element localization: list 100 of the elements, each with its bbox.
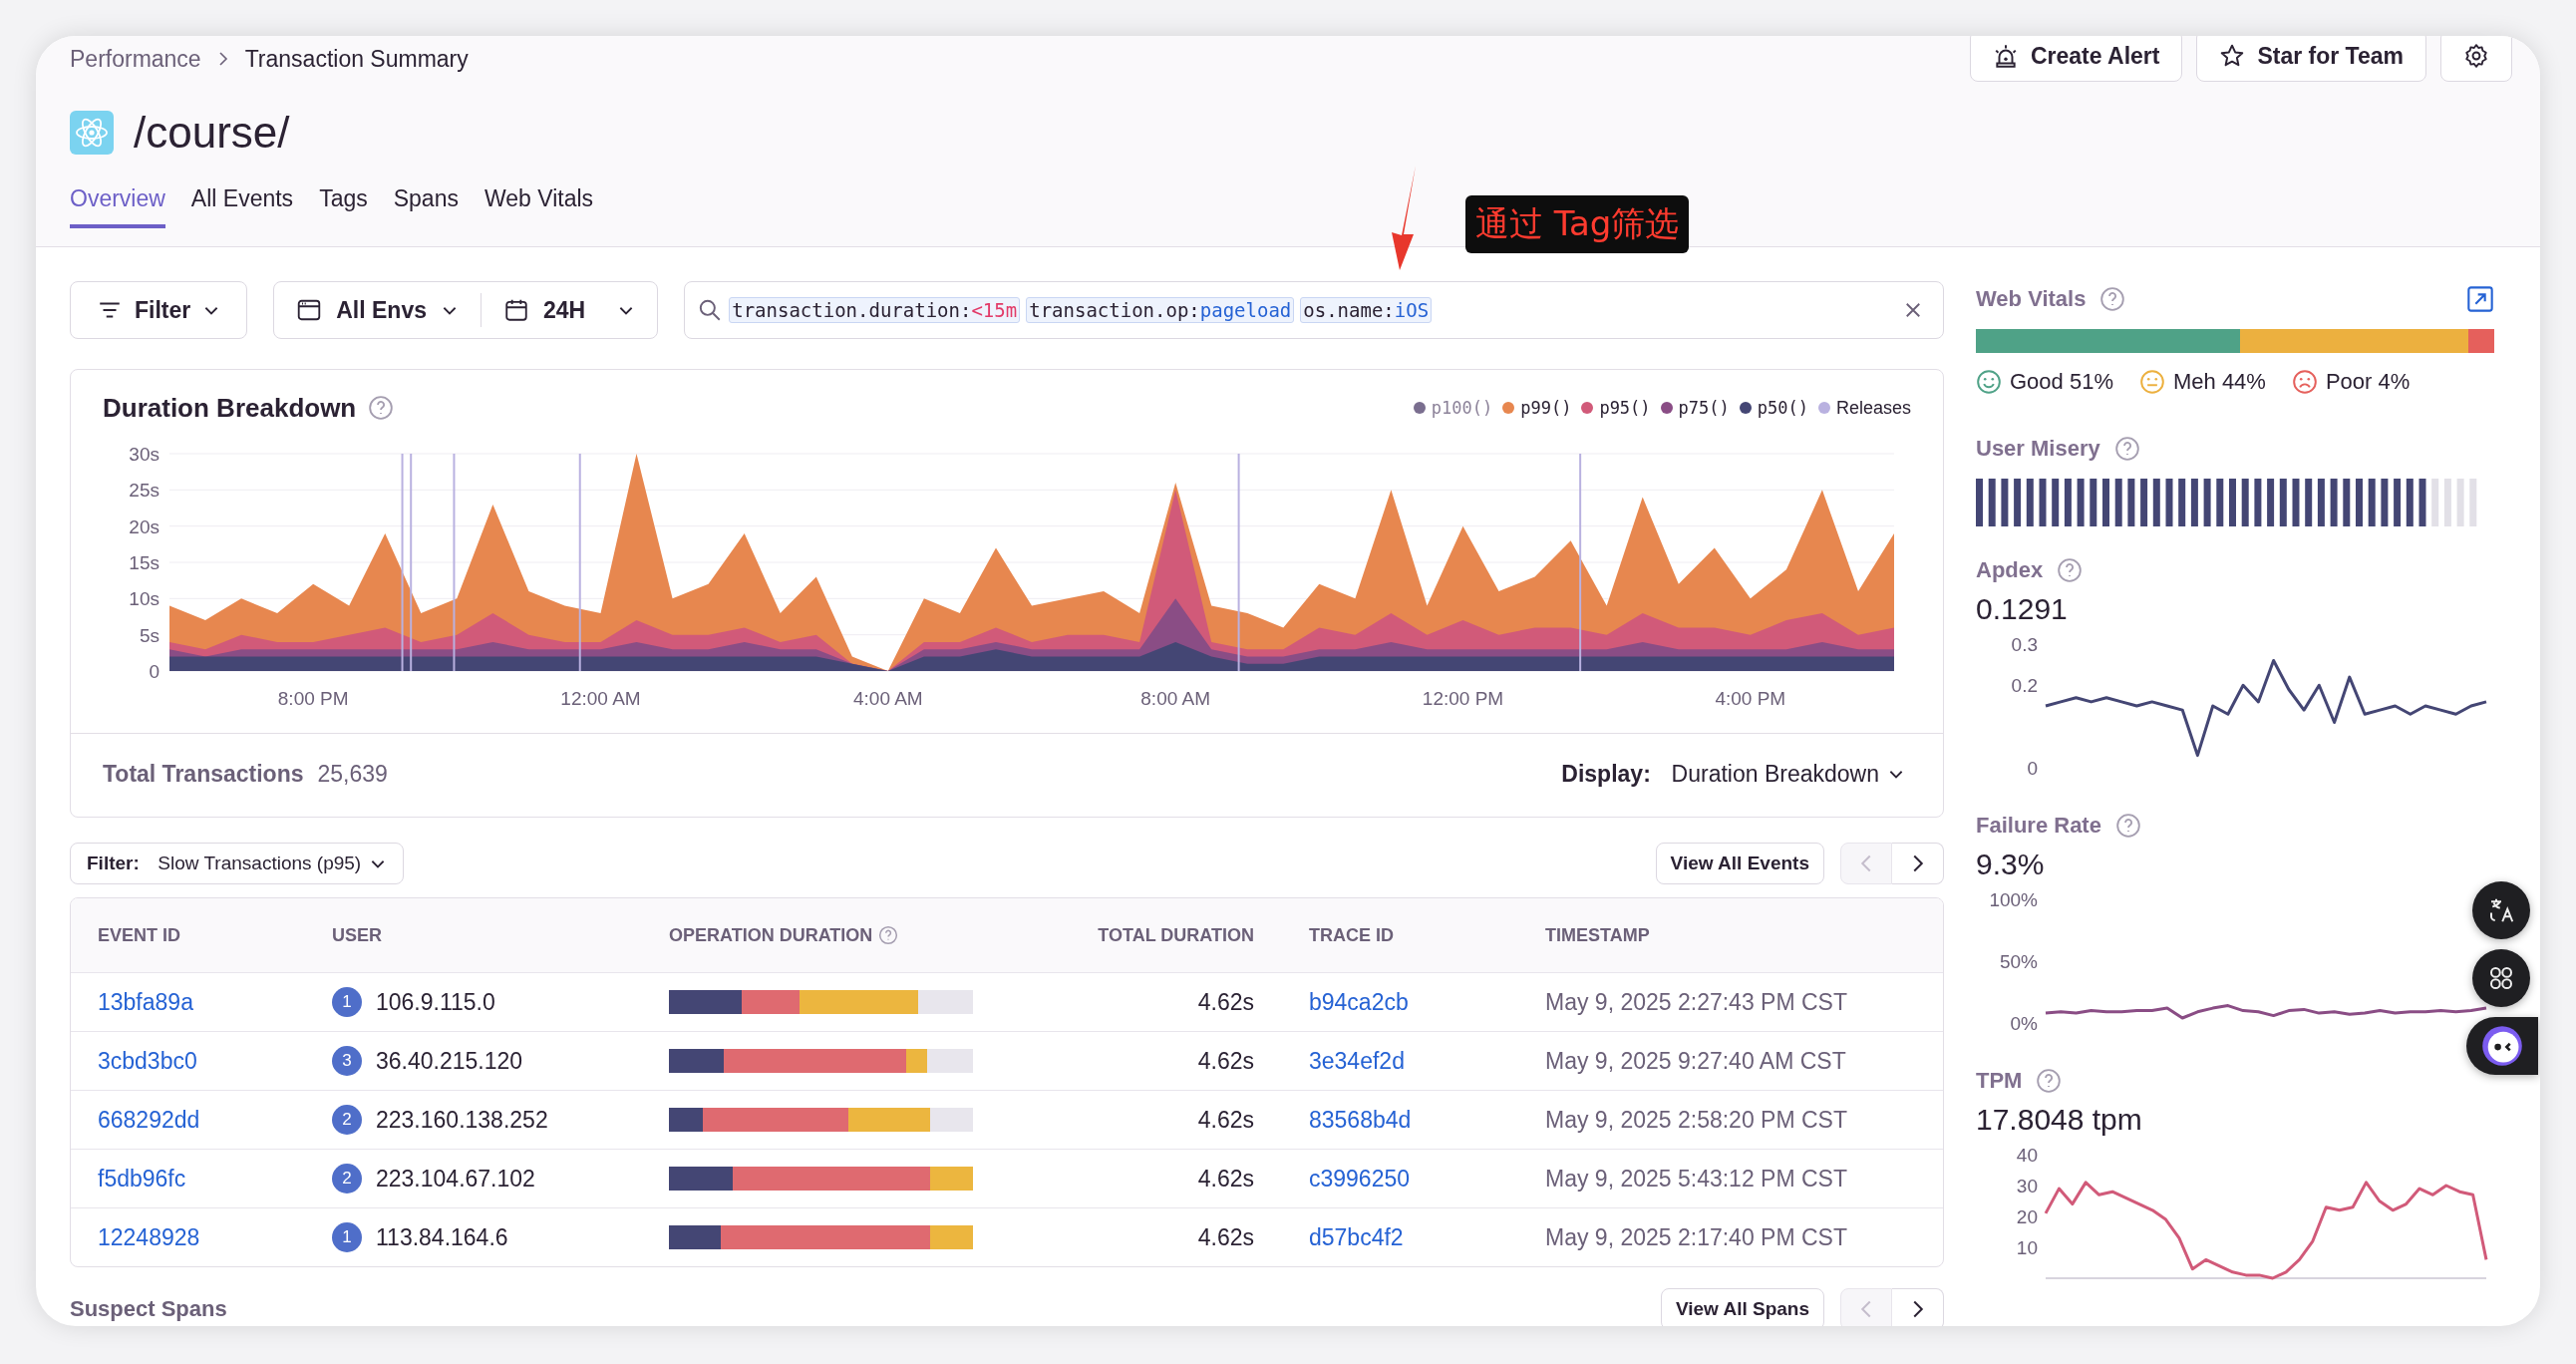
metric-value: 0.1291 — [1976, 592, 2069, 626]
apps-button[interactable] — [2472, 949, 2530, 1007]
metric-title: Apdex — [1976, 557, 2044, 583]
search-token[interactable]: transaction.op:pageload — [1026, 297, 1295, 323]
settings-button[interactable] — [2440, 36, 2512, 82]
axis-tick-label: 30s — [129, 444, 160, 465]
event-id-link[interactable]: 12248928 — [98, 1223, 200, 1250]
trace-id-link[interactable]: c3996250 — [1309, 1165, 1411, 1192]
axis-tick-label: 5s — [139, 624, 160, 646]
user-ip: 223.104.67.102 — [376, 1165, 535, 1193]
view-all-events-button[interactable]: View All Events — [1655, 843, 1824, 884]
legend-item[interactable]: p95() — [1581, 397, 1651, 419]
axis-tick-label: 0% — [2010, 1013, 2038, 1034]
axis-tick-label: 100% — [1989, 889, 2038, 910]
frown-face-icon — [2291, 369, 2318, 395]
tab[interactable]: Overview — [70, 185, 165, 228]
metric-value: 17.8048 tpm — [1976, 1103, 2143, 1137]
metric-value: 9.3% — [1976, 848, 2046, 881]
event-id-link[interactable]: 3cbd3bc0 — [98, 1047, 197, 1074]
help-icon[interactable] — [2036, 1068, 2063, 1094]
next-page-button[interactable] — [1892, 1288, 1944, 1326]
column-header: USER — [332, 924, 383, 946]
legend-item[interactable]: Releases — [1817, 397, 1911, 419]
tab[interactable]: All Events — [190, 185, 294, 228]
user-ip: 223.160.138.252 — [376, 1106, 548, 1134]
display-dropdown[interactable]: Display: Duration Breakdown — [1555, 759, 1911, 789]
assistant-button[interactable] — [2466, 1017, 2538, 1075]
legend-item[interactable]: p99() — [1502, 397, 1572, 419]
release-marker[interactable] — [401, 453, 404, 672]
timestamp: May 9, 2025 2:27:43 PM CST — [1545, 988, 1848, 1016]
release-marker[interactable] — [1579, 453, 1582, 672]
user-count-badge: 1 — [332, 1222, 362, 1252]
tab[interactable]: Spans — [393, 185, 459, 228]
filter-button[interactable]: Filter — [70, 281, 248, 339]
release-marker[interactable] — [453, 453, 456, 672]
axis-tick-label: 10s — [129, 588, 160, 610]
atom-icon — [70, 111, 114, 155]
user-ip: 106.9.115.0 — [376, 988, 495, 1016]
total-duration: 4.62s — [1196, 988, 1254, 1016]
total-duration: 4.62s — [1196, 1165, 1254, 1193]
help-icon[interactable] — [2113, 436, 2140, 462]
release-marker[interactable] — [1237, 453, 1240, 672]
trace-id-link[interactable]: d57bc4f2 — [1309, 1223, 1404, 1250]
search-token[interactable]: os.name:iOS — [1300, 297, 1433, 323]
help-icon[interactable] — [878, 924, 899, 945]
tab[interactable]: Tags — [319, 185, 368, 228]
create-alert-button[interactable]: Create Alert — [1969, 36, 2183, 82]
environment-button[interactable]: All Envs — [274, 296, 481, 324]
axis-tick-label: 12:00 PM — [1422, 688, 1504, 709]
user-count-badge: 3 — [332, 1046, 362, 1076]
period-button[interactable]: 24H — [482, 296, 658, 324]
translate-button[interactable] — [2472, 881, 2530, 939]
breadcrumb-current: Transaction Summary — [244, 45, 469, 73]
tab[interactable]: Web Vitals — [483, 185, 594, 228]
release-marker[interactable] — [410, 453, 413, 672]
help-icon[interactable] — [2099, 286, 2126, 312]
user-count-badge: 2 — [332, 1105, 362, 1135]
search-token[interactable]: transaction.duration:<15m — [729, 297, 1021, 323]
help-icon[interactable] — [368, 395, 395, 421]
release-marker[interactable] — [578, 453, 581, 672]
view-all-spans-button[interactable]: View All Spans — [1660, 1288, 1824, 1326]
user-ip: 113.84.164.6 — [376, 1223, 508, 1251]
column-header: TIMESTAMP — [1545, 924, 1651, 946]
axis-tick-label: 4:00 AM — [852, 688, 923, 709]
legend-item[interactable]: p75() — [1660, 397, 1730, 419]
close-icon[interactable] — [1903, 300, 1923, 320]
total-value: 25,639 — [317, 760, 388, 788]
filter-dropdown[interactable]: Filter: Slow Transactions (p95) — [70, 843, 405, 884]
axis-tick-label: 12:00 AM — [560, 688, 641, 709]
user-count-badge: 2 — [332, 1164, 362, 1194]
legend-item[interactable]: p50() — [1739, 397, 1808, 419]
star-button[interactable]: Star for Team — [2196, 36, 2426, 82]
column-header: TRACE ID — [1308, 924, 1395, 946]
section-title: User Misery — [1976, 436, 2100, 462]
axis-tick-label: 20s — [129, 515, 160, 537]
breadcrumb-link[interactable]: Performance — [70, 45, 201, 73]
column-header: OPERATION DURATION — [669, 924, 998, 946]
event-id-link[interactable]: 13bfa89a — [98, 988, 193, 1015]
page-title: /course/ — [134, 108, 290, 158]
vital-label: Meh 44% — [2172, 369, 2266, 395]
trace-id-link[interactable]: 3e34ef2d — [1309, 1047, 1405, 1074]
trace-id-link[interactable]: 83568b4d — [1309, 1106, 1412, 1133]
search-field[interactable]: transaction.duration:<15m transaction.op:pageload os.name:iOS — [684, 281, 1944, 339]
legend-item[interactable]: p100() — [1413, 397, 1493, 419]
total-duration: 4.62s — [1196, 1106, 1254, 1134]
metric-title: TPM — [1976, 1068, 2023, 1094]
help-icon[interactable] — [2057, 557, 2084, 583]
trace-id-link[interactable]: b94ca2cb — [1309, 988, 1409, 1015]
calendar-icon — [503, 297, 529, 323]
neutral-face-icon — [2138, 369, 2165, 395]
mascot-icon — [2480, 1024, 2524, 1068]
axis-tick-label: 40 — [2016, 1145, 2038, 1166]
help-icon[interactable] — [2114, 813, 2141, 839]
timestamp: May 9, 2025 2:17:40 PM CST — [1545, 1223, 1848, 1251]
axis-tick-label: 4:00 PM — [1715, 688, 1786, 709]
open-link-icon[interactable] — [2466, 285, 2494, 313]
next-page-button[interactable] — [1892, 843, 1944, 884]
event-id-link[interactable]: 668292dd — [98, 1106, 200, 1133]
event-id-link[interactable]: f5db96fc — [98, 1165, 186, 1192]
metric-title: Failure Rate — [1976, 813, 2101, 839]
